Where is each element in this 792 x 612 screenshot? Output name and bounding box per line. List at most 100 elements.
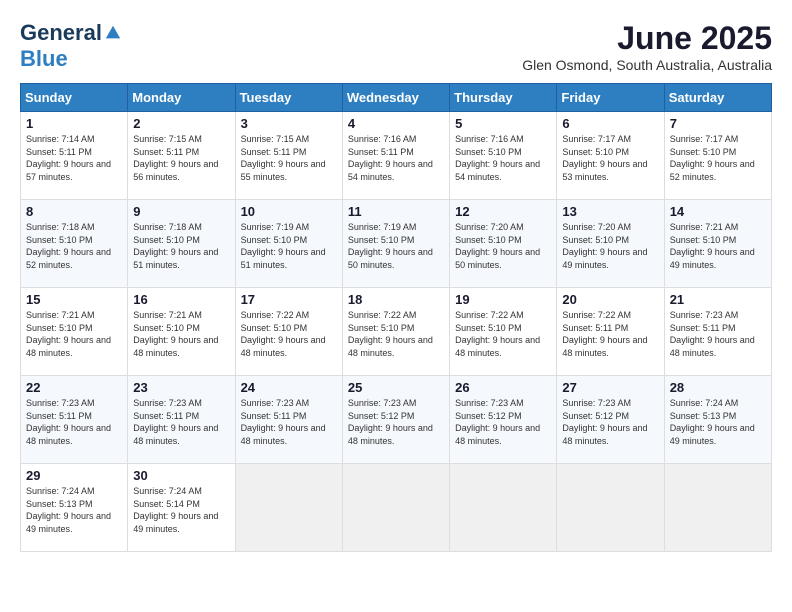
calendar-cell-11: 11Sunrise: 7:19 AMSunset: 5:10 PMDayligh… bbox=[342, 200, 449, 288]
day-info: Sunrise: 7:23 AMSunset: 5:11 PMDaylight:… bbox=[26, 397, 122, 447]
day-number: 6 bbox=[562, 116, 658, 131]
calendar-cell-empty bbox=[235, 464, 342, 552]
day-number: 29 bbox=[26, 468, 122, 483]
day-info: Sunrise: 7:19 AMSunset: 5:10 PMDaylight:… bbox=[241, 221, 337, 271]
day-number: 1 bbox=[26, 116, 122, 131]
day-number: 17 bbox=[241, 292, 337, 307]
calendar-cell-10: 10Sunrise: 7:19 AMSunset: 5:10 PMDayligh… bbox=[235, 200, 342, 288]
day-info: Sunrise: 7:23 AMSunset: 5:11 PMDaylight:… bbox=[670, 309, 766, 359]
day-number: 30 bbox=[133, 468, 229, 483]
calendar-cell-12: 12Sunrise: 7:20 AMSunset: 5:10 PMDayligh… bbox=[450, 200, 557, 288]
calendar-cell-6: 6 Sunrise: 7:17 AMSunset: 5:10 PMDaylight… bbox=[557, 112, 664, 200]
day-info: Sunrise: 7:23 AMSunset: 5:11 PMDaylight:… bbox=[133, 397, 229, 447]
weekday-header-monday: Monday bbox=[128, 84, 235, 112]
day-info: Sunrise: 7:15 AMSunset: 5:11 PMDaylight:… bbox=[241, 133, 337, 183]
logo: General Blue bbox=[20, 20, 122, 72]
day-number: 20 bbox=[562, 292, 658, 307]
day-number: 26 bbox=[455, 380, 551, 395]
calendar-cell-30: 30Sunrise: 7:24 AMSunset: 5:14 PMDayligh… bbox=[128, 464, 235, 552]
calendar-cell-2: 2Sunrise: 7:15 AMSunset: 5:11 PMDaylight… bbox=[128, 112, 235, 200]
day-number: 21 bbox=[670, 292, 766, 307]
weekday-header-thursday: Thursday bbox=[450, 84, 557, 112]
week-row-2: 8 Sunrise: 7:18 AMSunset: 5:10 PMDaylight… bbox=[21, 200, 772, 288]
calendar-cell-16: 16Sunrise: 7:21 AMSunset: 5:10 PMDayligh… bbox=[128, 288, 235, 376]
weekday-header-saturday: Saturday bbox=[664, 84, 771, 112]
logo-general-text: General bbox=[20, 20, 102, 46]
week-row-4: 22 Sunrise: 7:23 AMSunset: 5:11 PMDayligh… bbox=[21, 376, 772, 464]
day-info: Sunrise: 7:17 AMSunset: 5:10 PMDaylight:… bbox=[562, 133, 658, 183]
day-info: Sunrise: 7:21 AMSunset: 5:10 PMDaylight:… bbox=[26, 309, 122, 359]
weekday-header-row: SundayMondayTuesdayWednesdayThursdayFrid… bbox=[21, 84, 772, 112]
location-subtitle: Glen Osmond, South Australia, Australia bbox=[522, 57, 772, 73]
day-info: Sunrise: 7:18 AMSunset: 5:10 PMDaylight:… bbox=[133, 221, 229, 271]
week-row-1: 1 Sunrise: 7:14 AMSunset: 5:11 PMDaylight… bbox=[21, 112, 772, 200]
calendar-cell-empty bbox=[557, 464, 664, 552]
page-header: General Blue June 2025 Glen Osmond, Sout… bbox=[20, 20, 772, 73]
calendar-cell-5: 5 Sunrise: 7:16 AMSunset: 5:10 PMDaylight… bbox=[450, 112, 557, 200]
calendar-cell-25: 25 Sunrise: 7:23 AMSunset: 5:12 PMDayligh… bbox=[342, 376, 449, 464]
day-number: 23 bbox=[133, 380, 229, 395]
calendar-cell-26: 26 Sunrise: 7:23 AMSunset: 5:12 PMDayligh… bbox=[450, 376, 557, 464]
day-number: 2 bbox=[133, 116, 229, 131]
day-number: 11 bbox=[348, 204, 444, 219]
day-number: 27 bbox=[562, 380, 658, 395]
day-number: 19 bbox=[455, 292, 551, 307]
calendar-cell-8: 8Sunrise: 7:18 AMSunset: 5:10 PMDaylight… bbox=[21, 200, 128, 288]
day-info: Sunrise: 7:23 AMSunset: 5:12 PMDaylight:… bbox=[455, 397, 551, 447]
day-info: Sunrise: 7:23 AMSunset: 5:11 PMDaylight:… bbox=[241, 397, 337, 447]
calendar-cell-29: 29 Sunrise: 7:24 AMSunset: 5:13 PMDayligh… bbox=[21, 464, 128, 552]
calendar-table: SundayMondayTuesdayWednesdayThursdayFrid… bbox=[20, 83, 772, 552]
calendar-cell-21: 21 Sunrise: 7:23 AMSunset: 5:11 PMDayligh… bbox=[664, 288, 771, 376]
day-number: 16 bbox=[133, 292, 229, 307]
calendar-cell-empty bbox=[664, 464, 771, 552]
calendar-cell-4: 4 Sunrise: 7:16 AMSunset: 5:11 PMDaylight… bbox=[342, 112, 449, 200]
logo-icon bbox=[104, 24, 122, 42]
day-info: Sunrise: 7:22 AMSunset: 5:10 PMDaylight:… bbox=[455, 309, 551, 359]
day-info: Sunrise: 7:24 AMSunset: 5:13 PMDaylight:… bbox=[26, 485, 122, 535]
calendar-cell-9: 9Sunrise: 7:18 AMSunset: 5:10 PMDaylight… bbox=[128, 200, 235, 288]
calendar-cell-27: 27 Sunrise: 7:23 AMSunset: 5:12 PMDayligh… bbox=[557, 376, 664, 464]
calendar-cell-empty bbox=[450, 464, 557, 552]
day-info: Sunrise: 7:20 AMSunset: 5:10 PMDaylight:… bbox=[562, 221, 658, 271]
calendar-cell-24: 24Sunrise: 7:23 AMSunset: 5:11 PMDayligh… bbox=[235, 376, 342, 464]
day-info: Sunrise: 7:23 AMSunset: 5:12 PMDaylight:… bbox=[348, 397, 444, 447]
calendar-cell-23: 23 Sunrise: 7:23 AMSunset: 5:11 PMDayligh… bbox=[128, 376, 235, 464]
weekday-header-wednesday: Wednesday bbox=[342, 84, 449, 112]
day-number: 14 bbox=[670, 204, 766, 219]
weekday-header-friday: Friday bbox=[557, 84, 664, 112]
calendar-cell-empty bbox=[342, 464, 449, 552]
day-info: Sunrise: 7:24 AMSunset: 5:13 PMDaylight:… bbox=[670, 397, 766, 447]
calendar-cell-28: 28 Sunrise: 7:24 AMSunset: 5:13 PMDayligh… bbox=[664, 376, 771, 464]
calendar-cell-19: 19 Sunrise: 7:22 AMSunset: 5:10 PMDayligh… bbox=[450, 288, 557, 376]
day-info: Sunrise: 7:16 AMSunset: 5:10 PMDaylight:… bbox=[455, 133, 551, 183]
day-info: Sunrise: 7:23 AMSunset: 5:12 PMDaylight:… bbox=[562, 397, 658, 447]
calendar-cell-17: 17 Sunrise: 7:22 AMSunset: 5:10 PMDayligh… bbox=[235, 288, 342, 376]
day-info: Sunrise: 7:22 AMSunset: 5:10 PMDaylight:… bbox=[241, 309, 337, 359]
day-number: 25 bbox=[348, 380, 444, 395]
day-info: Sunrise: 7:22 AMSunset: 5:11 PMDaylight:… bbox=[562, 309, 658, 359]
calendar-cell-18: 18Sunrise: 7:22 AMSunset: 5:10 PMDayligh… bbox=[342, 288, 449, 376]
calendar-cell-3: 3Sunrise: 7:15 AMSunset: 5:11 PMDaylight… bbox=[235, 112, 342, 200]
month-year-title: June 2025 bbox=[522, 20, 772, 57]
day-info: Sunrise: 7:17 AMSunset: 5:10 PMDaylight:… bbox=[670, 133, 766, 183]
day-number: 5 bbox=[455, 116, 551, 131]
day-info: Sunrise: 7:21 AMSunset: 5:10 PMDaylight:… bbox=[670, 221, 766, 271]
week-row-3: 15 Sunrise: 7:21 AMSunset: 5:10 PMDayligh… bbox=[21, 288, 772, 376]
calendar-cell-1: 1 Sunrise: 7:14 AMSunset: 5:11 PMDaylight… bbox=[21, 112, 128, 200]
day-number: 15 bbox=[26, 292, 122, 307]
weekday-header-tuesday: Tuesday bbox=[235, 84, 342, 112]
calendar-cell-7: 7Sunrise: 7:17 AMSunset: 5:10 PMDaylight… bbox=[664, 112, 771, 200]
calendar-cell-22: 22 Sunrise: 7:23 AMSunset: 5:11 PMDayligh… bbox=[21, 376, 128, 464]
weekday-header-sunday: Sunday bbox=[21, 84, 128, 112]
day-number: 4 bbox=[348, 116, 444, 131]
day-number: 8 bbox=[26, 204, 122, 219]
day-number: 22 bbox=[26, 380, 122, 395]
day-number: 18 bbox=[348, 292, 444, 307]
calendar-cell-15: 15 Sunrise: 7:21 AMSunset: 5:10 PMDayligh… bbox=[21, 288, 128, 376]
week-row-5: 29 Sunrise: 7:24 AMSunset: 5:13 PMDayligh… bbox=[21, 464, 772, 552]
day-number: 28 bbox=[670, 380, 766, 395]
title-block: June 2025 Glen Osmond, South Australia, … bbox=[522, 20, 772, 73]
day-info: Sunrise: 7:14 AMSunset: 5:11 PMDaylight:… bbox=[26, 133, 122, 183]
calendar-cell-13: 13Sunrise: 7:20 AMSunset: 5:10 PMDayligh… bbox=[557, 200, 664, 288]
day-info: Sunrise: 7:16 AMSunset: 5:11 PMDaylight:… bbox=[348, 133, 444, 183]
